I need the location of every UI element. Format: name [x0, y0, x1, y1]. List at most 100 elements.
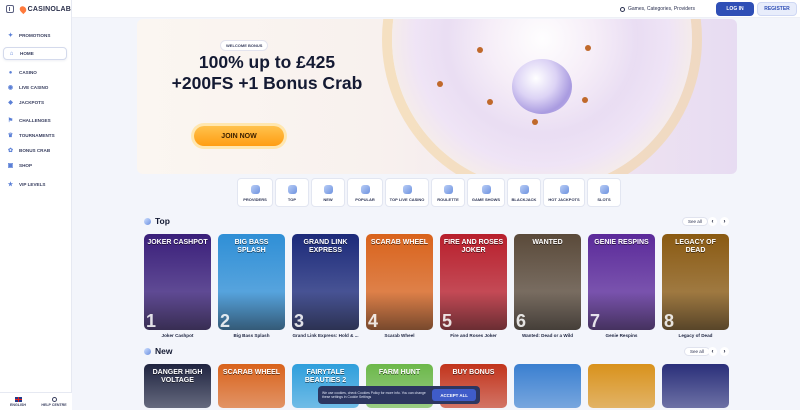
live-icon: ◉: [7, 85, 14, 91]
game-card[interactable]: JOKER CASHPOT 1 Joker Cashpot: [144, 234, 211, 338]
category-icon: [402, 185, 412, 194]
game-title[interactable]: Joker Cashpot: [144, 333, 211, 338]
category-icon: [559, 185, 569, 194]
game-title[interactable]: Fire and Roses Joker: [440, 333, 507, 338]
new-section-icon: [144, 347, 151, 355]
game-title[interactable]: Legacy of Dead: [662, 333, 729, 338]
category-label: TOP LIVE CASINO: [389, 197, 425, 202]
hero-banner[interactable]: WELCOME BONUS 100% up to £425 +200FS +1 …: [137, 19, 737, 174]
sidebar-item-home[interactable]: ⌂ HOME: [3, 47, 67, 60]
sidebar-item-tournaments[interactable]: ♛ TOURNAMENTS: [3, 129, 67, 142]
top-next-arrow-icon[interactable]: ›: [720, 217, 729, 226]
brand-logo[interactable]: CASINOLAB: [17, 4, 71, 14]
game-card[interactable]: SCARAB WHEEL 4 Scarab Wheel: [366, 234, 433, 338]
game-card[interactable]: BIG BASS SPLASH 2 Big Bass Splash: [218, 234, 285, 338]
search-input[interactable]: Games, Categories, Providers: [620, 4, 712, 14]
game-title[interactable]: Grand Link Express: Hold & ...: [292, 333, 359, 338]
sidebar-item-challenges[interactable]: ⚑ CHALLENGES: [3, 114, 67, 127]
category-icon: [250, 185, 260, 194]
roulette-peg: [532, 119, 538, 125]
game-card[interactable]: [514, 364, 581, 408]
game-thumbnail[interactable]: FIRE AND ROSES JOKER 5: [440, 234, 507, 330]
game-card[interactable]: [588, 364, 655, 408]
sidebar-item-live-casino[interactable]: ◉ LIVE CASINO: [3, 81, 67, 94]
sidebar-item-vip-levels[interactable]: ★ VIP LEVELS: [3, 178, 67, 191]
accept-all-button[interactable]: ACCEPT ALL: [432, 389, 476, 401]
category-slots[interactable]: SLOTS: [587, 178, 621, 207]
help-centre-button[interactable]: HELP CENTRE: [36, 393, 72, 410]
game-card[interactable]: FIRE AND ROSES JOKER 5 Fire and Roses Joke…: [440, 234, 507, 338]
game-thumbnail[interactable]: WANTED 6: [514, 234, 581, 330]
category-blackjack[interactable]: BLACKJACK: [507, 178, 541, 207]
category-label: POPULAR: [355, 197, 375, 202]
help-label: HELP CENTRE: [41, 402, 67, 407]
game-card[interactable]: SCARAB WHEEL: [218, 364, 285, 408]
game-art-title: BIG BASS SPLASH: [234, 239, 269, 254]
sidebar-item-casino[interactable]: ● CASINO: [3, 66, 67, 79]
category-icon: [599, 185, 609, 194]
top-prev-arrow-icon[interactable]: ‹: [708, 217, 717, 226]
new-prev-arrow-icon[interactable]: ‹: [708, 347, 717, 356]
category-label: TOP: [287, 197, 297, 202]
sidebar-toggle-icon[interactable]: [6, 5, 14, 13]
game-thumbnail[interactable]: JOKER CASHPOT 1: [144, 234, 211, 330]
category-label: GAME SHOWS: [471, 197, 501, 202]
sidebar-item-shop[interactable]: ▣ SHOP: [3, 159, 67, 172]
game-card[interactable]: DANGER HIGH VOLTAGE: [144, 364, 211, 408]
category-top[interactable]: TOP: [275, 178, 309, 207]
game-thumbnail[interactable]: BIG BASS SPLASH 2: [218, 234, 285, 330]
game-art-title: WANTED: [532, 239, 563, 246]
sidebar-item-label: BONUS CRAB: [19, 148, 51, 153]
sidebar-item-bonus-crab[interactable]: ✿ BONUS CRAB: [3, 144, 67, 157]
game-art-title: FIRE AND ROSES JOKER: [443, 239, 504, 254]
game-thumbnail[interactable]: [514, 364, 581, 408]
language-selector[interactable]: ENGLISH: [0, 393, 36, 410]
category-roulette[interactable]: ROULETTE: [431, 178, 465, 207]
category-hot-jackpots[interactable]: HOT JACKPOTS: [543, 178, 585, 207]
login-button[interactable]: LOG IN: [716, 2, 754, 16]
category-top-live-casino[interactable]: TOP LIVE CASINO: [385, 178, 429, 207]
game-thumbnail[interactable]: LEGACY OF DEAD 8: [662, 234, 729, 330]
game-card[interactable]: [662, 364, 729, 408]
game-thumbnail[interactable]: [588, 364, 655, 408]
game-thumbnail[interactable]: GENIE RESPINS 7: [588, 234, 655, 330]
category-game-shows[interactable]: GAME SHOWS: [467, 178, 505, 207]
game-title[interactable]: Wanted: Dead or a Wild: [514, 333, 581, 338]
game-thumbnail[interactable]: GRAND LINK EXPRESS 3: [292, 234, 359, 330]
cookie-banner: We use cookies, check Cookies Policy for…: [318, 386, 480, 404]
cherry-icon: ●: [8, 69, 13, 76]
search-icon: [620, 6, 625, 12]
language-label: ENGLISH: [10, 402, 26, 407]
category-popular[interactable]: POPULAR: [347, 178, 383, 207]
game-title[interactable]: Genie Respins: [588, 333, 655, 338]
sidebar-item-jackpots[interactable]: ◆ JACKPOTS: [3, 96, 67, 109]
category-icon: [481, 185, 491, 194]
game-card[interactable]: GENIE RESPINS 7 Genie Respins: [588, 234, 655, 338]
join-now-button[interactable]: JOIN NOW: [194, 126, 284, 146]
sidebar-item-label: JACKPOTS: [19, 100, 45, 105]
game-art-title: FAIRYTALE BEAUTIES 2: [304, 369, 347, 384]
new-see-all-button[interactable]: See all: [684, 347, 710, 356]
category-providers[interactable]: PROVIDERS: [237, 178, 273, 207]
game-thumbnail[interactable]: SCARAB WHEEL: [218, 364, 285, 408]
rank-number: 2: [220, 311, 231, 330]
game-card[interactable]: LEGACY OF DEAD 8 Legacy of Dead: [662, 234, 729, 338]
vip-icon: ★: [7, 182, 14, 188]
rank-number: 6: [516, 311, 527, 330]
register-button[interactable]: REGISTER: [757, 2, 797, 16]
top-section-icon: [144, 217, 151, 225]
sidebar-item-promotions[interactable]: ✦ PROMOTIONS: [3, 29, 67, 42]
new-next-arrow-icon[interactable]: ›: [720, 347, 729, 356]
home-icon: ⌂: [9, 50, 14, 57]
game-card[interactable]: WANTED 6 Wanted: Dead or a Wild: [514, 234, 581, 338]
challenge-icon: ⚑: [7, 118, 14, 124]
category-new[interactable]: NEW: [311, 178, 345, 207]
game-thumbnail[interactable]: [662, 364, 729, 408]
top-see-all-button[interactable]: See all: [682, 217, 708, 226]
roulette-peg: [585, 45, 591, 51]
game-thumbnail[interactable]: SCARAB WHEEL 4: [366, 234, 433, 330]
game-title[interactable]: Big Bass Splash: [218, 333, 285, 338]
game-title[interactable]: Scarab Wheel: [366, 333, 433, 338]
game-thumbnail[interactable]: DANGER HIGH VOLTAGE: [144, 364, 211, 408]
game-card[interactable]: GRAND LINK EXPRESS 3 Grand Link Express: H…: [292, 234, 359, 338]
